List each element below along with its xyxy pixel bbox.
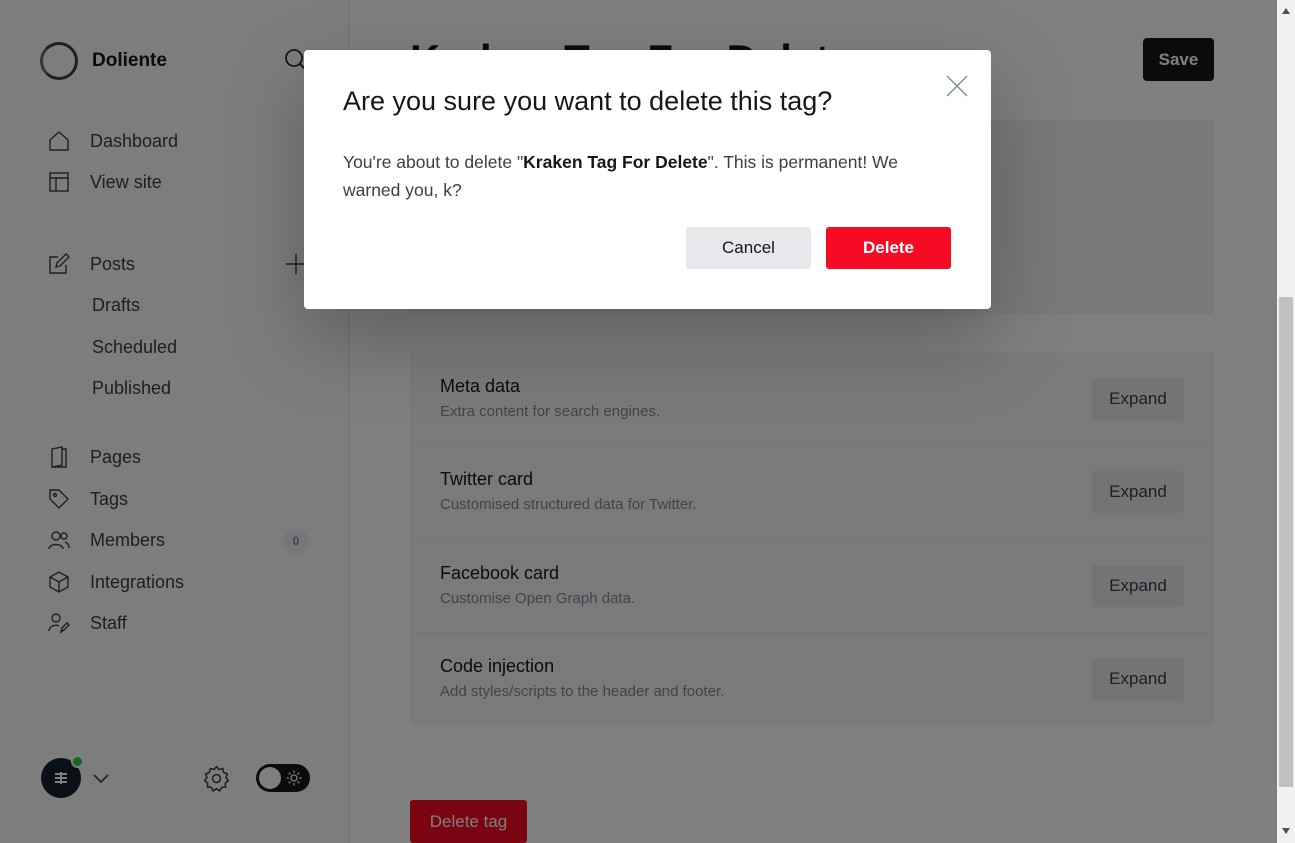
scrollbar[interactable] <box>1277 0 1295 843</box>
modal-message-prefix: You're about to delete " <box>343 152 524 172</box>
delete-tag-modal: Are you sure you want to delete this tag… <box>304 50 991 309</box>
scroll-up-arrow-icon[interactable] <box>1282 8 1290 14</box>
cancel-button[interactable]: Cancel <box>686 227 811 269</box>
modal-tag-name: Kraken Tag For Delete <box>523 152 708 172</box>
scrollbar-thumb[interactable] <box>1279 297 1293 787</box>
modal-message: You're about to delete "Kraken Tag For D… <box>343 148 943 204</box>
scroll-down-arrow-icon[interactable] <box>1282 828 1290 834</box>
confirm-delete-button[interactable]: Delete <box>826 227 951 269</box>
close-icon[interactable] <box>945 74 969 98</box>
modal-title: Are you sure you want to delete this tag… <box>343 86 833 116</box>
